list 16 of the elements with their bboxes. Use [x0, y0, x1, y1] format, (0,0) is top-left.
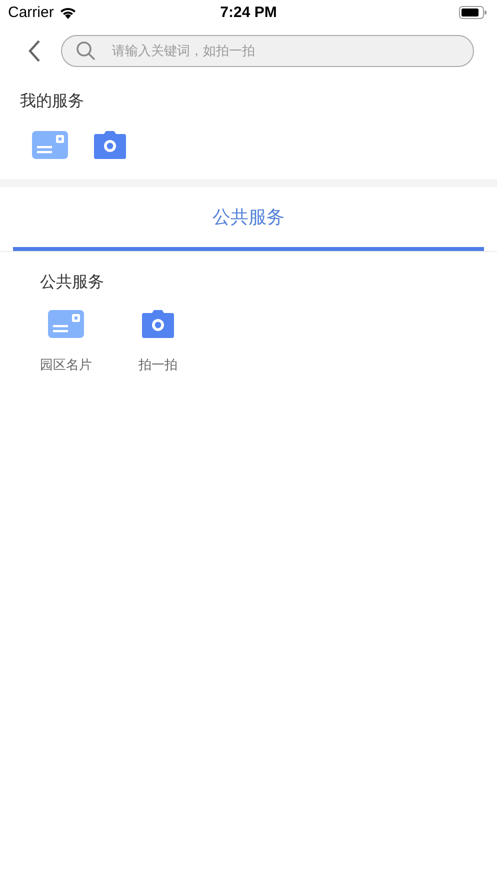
section-title: 公共服务	[40, 272, 105, 293]
battery-icon	[459, 6, 487, 19]
section-title: 我的服务	[20, 91, 85, 112]
camera-icon[interactable]	[142, 310, 174, 338]
camera-icon[interactable]	[94, 131, 126, 159]
wifi-icon	[58, 6, 77, 19]
clock-time: 7:24 PM	[220, 4, 277, 21]
card-icon[interactable]	[48, 310, 84, 338]
carrier-label: Carrier	[8, 4, 54, 21]
back-icon[interactable]	[27, 39, 41, 63]
service-label[interactable]: 拍一拍	[138, 356, 178, 374]
search-icon	[76, 41, 96, 61]
search-field[interactable]: 请输入关键词，如拍一拍	[61, 35, 474, 67]
card-icon[interactable]	[32, 131, 68, 159]
tab[interactable]: 公共服务	[13, 187, 484, 251]
service-label[interactable]: 园区名片	[40, 356, 92, 374]
